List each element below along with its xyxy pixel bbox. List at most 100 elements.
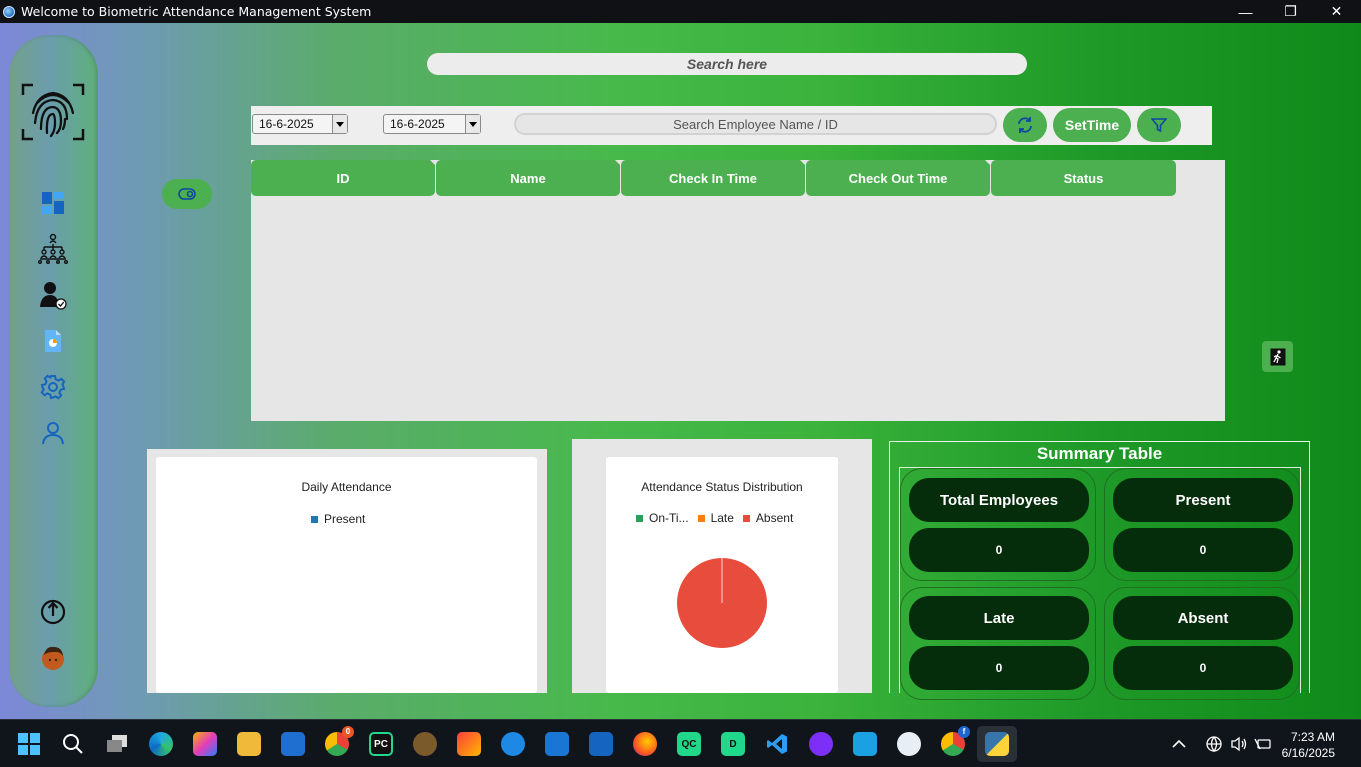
notepad-icon[interactable] xyxy=(545,732,569,756)
daily-attendance-panel: Daily Attendance Present xyxy=(147,449,547,693)
summary-label: Total Employees xyxy=(909,478,1089,522)
summary-grid: Total Employees 0 Present 0 Late 0 Absen… xyxy=(899,467,1301,700)
summary-label: Present xyxy=(1113,478,1293,522)
clock-date: 6/16/2025 xyxy=(1281,746,1335,760)
dataspell-icon[interactable]: D xyxy=(721,732,745,756)
summary-value: 0 xyxy=(1113,528,1293,572)
status-distribution-panel: Attendance Status Distribution On-Ti... … xyxy=(572,439,872,693)
summary-card-present: Present 0 xyxy=(1104,468,1300,581)
refresh-icon xyxy=(1018,117,1032,133)
chart-title: Daily Attendance xyxy=(301,480,392,494)
app-icon-generic[interactable] xyxy=(413,732,437,756)
avatar[interactable] xyxy=(37,642,69,674)
date-from-select[interactable]: 16-6-2025 xyxy=(252,114,348,134)
app-icon-generic[interactable] xyxy=(897,732,921,756)
profile-icon[interactable] xyxy=(37,417,69,449)
dashboard-icon[interactable] xyxy=(37,187,69,219)
legend-swatch xyxy=(311,515,318,523)
app-icon-generic[interactable] xyxy=(589,732,613,756)
summary-value: 0 xyxy=(1113,646,1293,690)
vscode-icon[interactable] xyxy=(765,732,789,756)
python-icon[interactable] xyxy=(985,732,1009,756)
chart-legend: Present xyxy=(311,512,365,526)
file-explorer-icon[interactable] xyxy=(237,732,261,756)
maximize-button[interactable]: ❐ xyxy=(1268,0,1313,23)
summary-card-total: Total Employees 0 xyxy=(900,468,1096,581)
app-window: Search here 16-6-2025 16-6-2025 Search E… xyxy=(0,23,1361,719)
attendance-table: ID Name Check In Time Check Out Time Sta… xyxy=(251,160,1225,421)
settings-icon[interactable] xyxy=(37,371,69,403)
network-icon[interactable] xyxy=(1205,720,1223,767)
exit-button[interactable] xyxy=(1262,341,1293,372)
summary-label: Absent xyxy=(1113,596,1293,640)
exit-icon xyxy=(1270,348,1285,365)
filter-button[interactable] xyxy=(1137,108,1181,142)
column-header[interactable]: ID xyxy=(251,160,440,196)
legend-label: Present xyxy=(324,512,366,526)
chart-title: Attendance Status Distribution xyxy=(641,480,803,494)
close-button[interactable]: ✕ xyxy=(1314,0,1359,23)
report-icon[interactable] xyxy=(37,325,69,357)
pie-chart xyxy=(677,558,767,648)
volume-icon[interactable] xyxy=(1230,720,1248,767)
app-icon-generic[interactable] xyxy=(853,732,877,756)
summary-title: Summary Table xyxy=(1036,444,1163,463)
set-time-button[interactable]: SetTime xyxy=(1053,108,1131,142)
pycharm-icon[interactable]: PC xyxy=(369,732,393,756)
app-icon-generic[interactable] xyxy=(809,732,833,756)
qc-icon[interactable]: QC xyxy=(677,732,701,756)
legend-label: On-Ti... xyxy=(649,511,689,525)
chrome-icon[interactable]: 0 xyxy=(325,726,354,756)
summary-label: Late xyxy=(909,596,1089,640)
notification-badge: 0 xyxy=(342,726,354,738)
app-icon-generic[interactable] xyxy=(501,732,525,756)
store-icon[interactable] xyxy=(281,732,305,756)
global-search-input[interactable]: Search here xyxy=(427,53,1027,75)
app-icon-generic[interactable] xyxy=(457,732,481,756)
filter-icon xyxy=(1151,118,1167,133)
user-check-icon[interactable] xyxy=(37,279,69,311)
chevron-down-icon[interactable] xyxy=(332,115,347,133)
notification-badge: f xyxy=(958,726,970,738)
summary-card-absent: Absent 0 xyxy=(1104,587,1300,700)
refresh-button[interactable] xyxy=(1003,108,1047,142)
column-header[interactable]: Check Out Time xyxy=(806,160,995,196)
toggle-icon xyxy=(178,188,196,200)
summary-card-late: Late 0 xyxy=(900,587,1096,700)
firefox-icon[interactable] xyxy=(633,732,657,756)
search-icon[interactable] xyxy=(61,732,85,756)
title-bar: Welcome to Biometric Attendance Manageme… xyxy=(0,0,1361,23)
legend-label: Absent xyxy=(755,511,794,525)
copilot-icon[interactable] xyxy=(193,732,217,756)
chrome-icon[interactable]: f xyxy=(941,726,970,756)
power-icon[interactable] xyxy=(37,595,69,627)
sidebar xyxy=(9,35,98,707)
chevron-down-icon[interactable] xyxy=(465,115,480,133)
daily-attendance-chart: Daily Attendance Present xyxy=(156,457,537,693)
legend-label: Late xyxy=(710,511,734,525)
window-title: Welcome to Biometric Attendance Manageme… xyxy=(21,4,372,19)
date-from-value: 16-6-2025 xyxy=(259,117,314,131)
taskbar: 0 PC QC D f 7:23 AM 6/16/2025 xyxy=(0,719,1361,767)
column-header[interactable]: Name xyxy=(436,160,625,196)
org-chart-icon[interactable] xyxy=(37,233,69,265)
date-to-select[interactable]: 16-6-2025 xyxy=(383,114,481,134)
battery-icon[interactable] xyxy=(1254,720,1272,767)
minimize-button[interactable]: — xyxy=(1223,0,1268,23)
summary-value: 0 xyxy=(909,528,1089,572)
system-clock[interactable]: 7:23 AM 6/16/2025 xyxy=(1282,729,1335,761)
column-header[interactable]: Check In Time xyxy=(621,160,810,196)
fingerprint-logo xyxy=(20,82,86,142)
employee-search-input[interactable]: Search Employee Name / ID xyxy=(514,113,997,135)
edge-icon[interactable] xyxy=(149,732,173,756)
legend-swatch xyxy=(636,514,643,522)
column-header[interactable]: Status xyxy=(991,160,1176,196)
toggle-button[interactable] xyxy=(162,179,212,209)
app-icon xyxy=(3,5,15,18)
legend-swatch xyxy=(742,514,750,522)
clock-time: 7:23 AM xyxy=(1290,730,1335,744)
filter-toolbar: 16-6-2025 16-6-2025 Search Employee Name… xyxy=(251,106,1212,145)
task-view-icon[interactable] xyxy=(105,732,129,756)
tray-chevron-icon[interactable] xyxy=(1172,720,1186,767)
start-icon[interactable] xyxy=(17,732,41,756)
